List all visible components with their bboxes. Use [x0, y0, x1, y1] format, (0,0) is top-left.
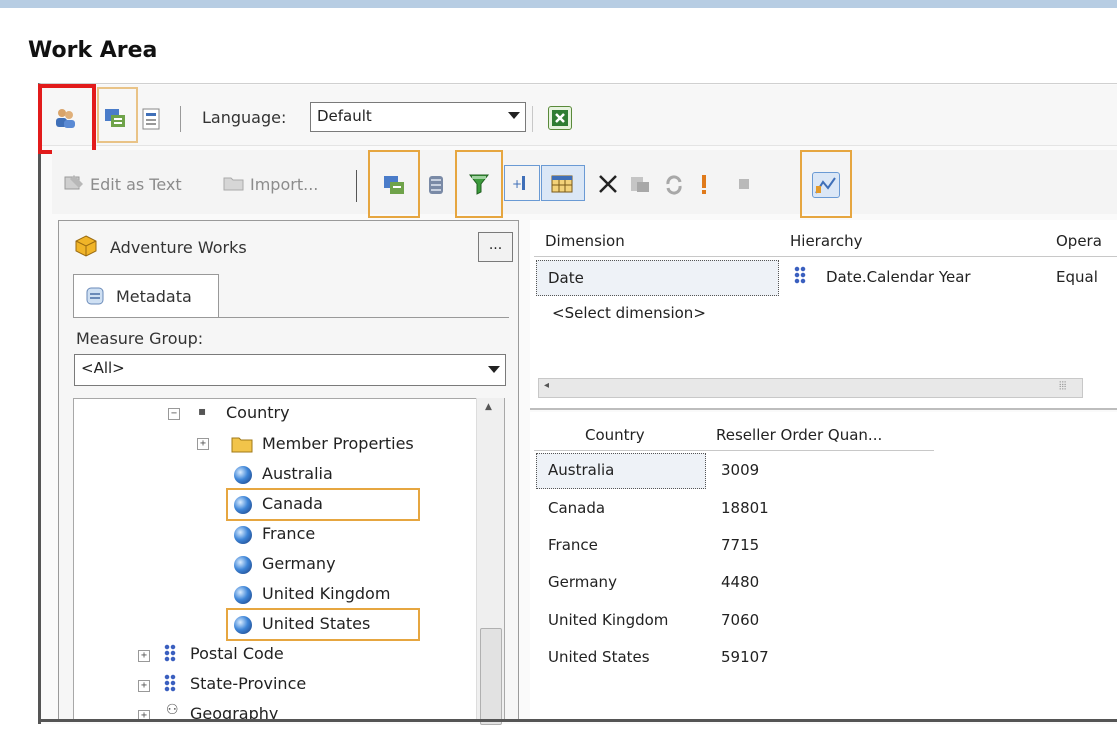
- result-value[interactable]: 59107: [721, 648, 769, 666]
- result-country[interactable]: United States: [548, 648, 650, 666]
- tree-item-state-province[interactable]: State-Province: [190, 674, 306, 693]
- calculation-icon[interactable]: [140, 107, 164, 131]
- chart-icon[interactable]: [812, 172, 840, 198]
- browse-cube-button[interactable]: ...: [478, 232, 513, 262]
- filter-header-hierarchy[interactable]: Hierarchy: [790, 232, 863, 250]
- result-value[interactable]: 7715: [721, 536, 759, 554]
- result-country[interactable]: Australia: [548, 461, 614, 479]
- folder-icon: [222, 172, 246, 196]
- cube-icon: [74, 234, 98, 258]
- add-icon[interactable]: +: [510, 172, 534, 196]
- member-icon: [234, 526, 252, 544]
- measure-group-label: Measure Group:: [76, 329, 204, 348]
- grid-icon[interactable]: [550, 172, 574, 196]
- toolbar-separator: [356, 170, 357, 202]
- expand-icon[interactable]: +: [197, 438, 209, 450]
- member-icon: [234, 466, 252, 484]
- scroll-left-icon[interactable]: ◂: [544, 380, 549, 391]
- tree-scrollbar[interactable]: ▲: [476, 398, 504, 725]
- tab-divider: [73, 317, 509, 318]
- member-icon: [234, 616, 252, 634]
- filter-header-operator[interactable]: Opera: [1056, 232, 1102, 250]
- tree-item-member[interactable]: Australia: [262, 464, 333, 483]
- dimension-icon[interactable]: [382, 173, 406, 197]
- scrollbar-thumb[interactable]: [480, 628, 502, 725]
- result-value[interactable]: 7060: [721, 611, 759, 629]
- member-icon: [234, 586, 252, 604]
- stop-icon[interactable]: [736, 174, 760, 198]
- result-country[interactable]: United Kingdom: [548, 611, 668, 629]
- expand-icon[interactable]: +: [138, 680, 150, 692]
- design-mode-icon[interactable]: [103, 106, 127, 130]
- cube-icon[interactable]: [426, 173, 450, 197]
- edit-as-text-icon[interactable]: [62, 172, 86, 196]
- tree-item-member[interactable]: Germany: [262, 554, 336, 573]
- measure-group-value: <All>: [81, 359, 125, 377]
- toolbar-separator: [180, 106, 181, 132]
- result-value[interactable]: 18801: [721, 499, 769, 517]
- folder-icon: [230, 433, 254, 457]
- results-header-country[interactable]: Country: [585, 426, 645, 444]
- scroll-grip-icon: ⦙⦙⦙: [1059, 379, 1067, 392]
- tab-metadata[interactable]: Metadata: [73, 274, 219, 318]
- filter-dimension-value[interactable]: Date: [548, 269, 584, 287]
- result-country[interactable]: Germany: [548, 573, 617, 591]
- select-dimension-prompt[interactable]: <Select dimension>: [552, 304, 706, 322]
- result-country[interactable]: France: [548, 536, 598, 554]
- filter-hierarchy-value[interactable]: Date.Calendar Year: [826, 268, 971, 286]
- chevron-down-icon: [508, 112, 520, 119]
- tab-metadata-label: Metadata: [116, 287, 192, 306]
- window-top-bar: [0, 0, 1117, 8]
- exclamation-icon[interactable]: [696, 172, 720, 196]
- result-country[interactable]: Canada: [548, 499, 605, 517]
- tree-item-member-properties[interactable]: Member Properties: [262, 434, 414, 453]
- tree-item-member[interactable]: United Kingdom: [262, 584, 390, 603]
- refresh-icon[interactable]: [662, 172, 686, 196]
- language-value: Default: [317, 107, 372, 125]
- tree-item-member[interactable]: France: [262, 524, 315, 543]
- cube-name: Adventure Works: [110, 238, 247, 257]
- tree-item-postal-code[interactable]: Postal Code: [190, 644, 284, 663]
- filter-header-dimension[interactable]: Dimension: [545, 232, 625, 250]
- result-value[interactable]: 4480: [721, 573, 759, 591]
- results-header-reseller-order-quantity[interactable]: Reseller Order Quan...: [716, 426, 882, 444]
- measure-group-dropdown[interactable]: <All>: [74, 354, 506, 386]
- filter-icon[interactable]: [467, 172, 491, 196]
- pane-splitter[interactable]: [530, 408, 1117, 410]
- language-dropdown[interactable]: Default: [310, 102, 526, 132]
- collapse-icon[interactable]: −: [168, 408, 180, 420]
- results-header-divider: [534, 450, 934, 451]
- metadata-icon: [84, 285, 108, 309]
- hierarchy-icon: [164, 644, 176, 662]
- edit-as-text-button[interactable]: Edit as Text: [90, 175, 182, 194]
- svg-text:+: +: [512, 177, 522, 191]
- chevron-down-icon: [488, 366, 500, 373]
- excel-icon[interactable]: [548, 106, 572, 130]
- tree-item-member[interactable]: United States: [262, 614, 370, 633]
- delete-icon[interactable]: [596, 172, 620, 196]
- hierarchy-icon: ⚇: [166, 702, 179, 718]
- level-dot-icon: ▪: [198, 404, 207, 418]
- toolbar-separator: [532, 106, 533, 132]
- tree-item-country[interactable]: Country: [226, 403, 290, 422]
- language-label: Language:: [202, 108, 287, 127]
- result-value[interactable]: 3009: [721, 461, 759, 479]
- user-group-icon[interactable]: [54, 106, 78, 130]
- scroll-up-icon[interactable]: ▲: [485, 402, 492, 412]
- frame-bottom-edge: [38, 719, 1117, 722]
- member-icon: [234, 496, 252, 514]
- member-icon: [234, 556, 252, 574]
- clipboard-icon[interactable]: [628, 172, 652, 196]
- expand-icon[interactable]: +: [138, 650, 150, 662]
- import-button[interactable]: Import...: [250, 175, 318, 194]
- filter-header-divider: [534, 256, 1117, 257]
- tree-item-member[interactable]: Canada: [262, 494, 323, 513]
- tree-item-geography[interactable]: Geography: [190, 704, 278, 720]
- page-title: Work Area: [28, 38, 158, 63]
- hierarchy-icon: [164, 674, 176, 692]
- hierarchy-icon: [794, 266, 806, 284]
- highlight-orange-box: [226, 488, 420, 521]
- filter-operator-value[interactable]: Equal: [1056, 268, 1098, 286]
- filter-hscrollbar[interactable]: ◂ ⦙⦙⦙: [538, 378, 1083, 398]
